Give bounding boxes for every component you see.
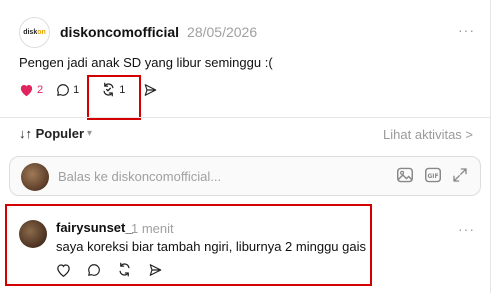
comment-icon <box>88 263 100 276</box>
view-activity-link[interactable]: Lihat aktivitas > <box>383 127 473 142</box>
comment-time: 1 menit <box>131 221 174 236</box>
comment-username[interactable]: fairysunset_ <box>56 220 133 235</box>
post-header: disk on diskoncomofficial 28/05/2026 <box>19 16 258 48</box>
gif-icon[interactable]: GIF <box>424 167 442 183</box>
sort-label: ↓↑ Populer <box>19 126 85 141</box>
comment-like-button[interactable] <box>56 263 71 277</box>
reply-input-box[interactable]: Balas ke diskoncomofficial... GIF <box>9 156 481 196</box>
avatar[interactable]: disk on <box>19 16 50 48</box>
highlight-box-repost <box>87 75 141 120</box>
logo-text-accent: on <box>37 28 46 36</box>
comment-repost-button[interactable] <box>117 262 132 277</box>
comment-share-button[interactable] <box>148 263 163 277</box>
comment-more-button[interactable]: ··· <box>458 221 475 237</box>
repost-icon <box>119 262 130 277</box>
avatar[interactable] <box>19 220 47 248</box>
post-card: disk on diskoncomofficial 28/05/2026 ··· … <box>0 0 491 293</box>
send-icon <box>149 263 162 276</box>
send-icon <box>145 83 157 96</box>
heart-icon <box>57 263 70 277</box>
reply-input[interactable]: Balas ke diskoncomofficial... <box>58 169 221 184</box>
like-count: 2 <box>37 83 44 96</box>
chevron-down-icon: ▾ <box>87 128 93 139</box>
post-date: 28/05/2026 <box>187 24 258 40</box>
reply-count: 1 <box>73 83 80 96</box>
post-username[interactable]: diskoncomofficial <box>60 24 179 40</box>
share-button[interactable] <box>143 83 158 97</box>
more-options-button[interactable]: ··· <box>458 22 475 38</box>
expand-icon[interactable] <box>452 167 468 183</box>
sort-dropdown[interactable]: ↓↑ Populer ▾ <box>19 126 92 141</box>
divider <box>0 117 490 118</box>
logo-text: disk <box>23 28 38 36</box>
reply-button[interactable]: 1 <box>56 83 79 97</box>
avatar <box>21 163 49 191</box>
svg-text:GIF: GIF <box>428 174 439 180</box>
comment-actions <box>56 262 179 277</box>
like-button[interactable]: 2 <box>19 83 43 97</box>
reply-tools: GIF <box>396 167 468 183</box>
post-text: Pengen jadi anak SD yang libur seminggu … <box>19 55 273 70</box>
comment-icon <box>57 83 70 96</box>
heart-icon <box>20 84 33 96</box>
image-icon[interactable] <box>396 167 414 183</box>
comment-text: saya koreksi biar tambah ngiri, liburnya… <box>56 239 366 254</box>
comment-reply-button[interactable] <box>87 263 101 277</box>
